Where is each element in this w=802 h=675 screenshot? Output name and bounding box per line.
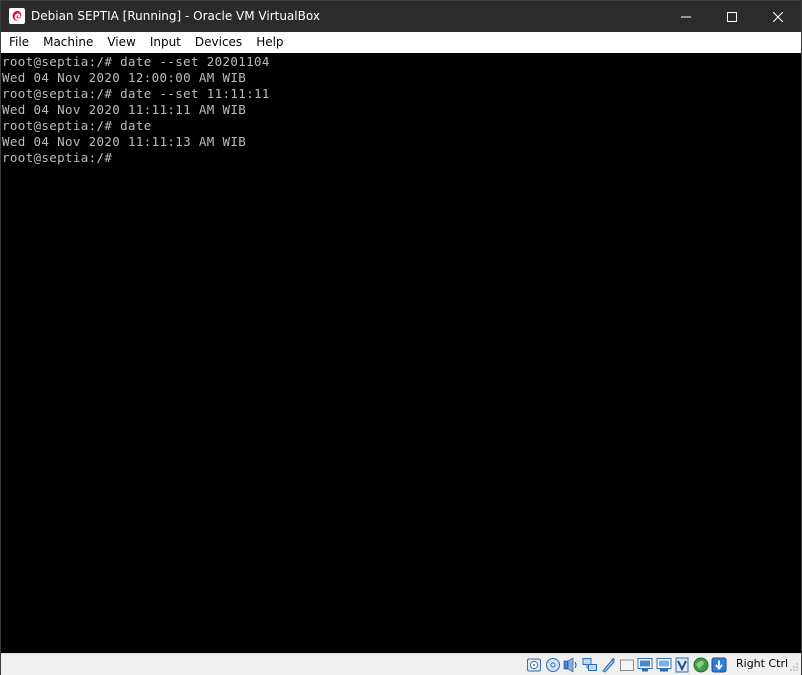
title-bar[interactable]: Debian SEPTIA [Running] - Oracle VM Virt… [1,1,801,32]
menu-file[interactable]: File [1,32,36,53]
virtualization-icon[interactable] [674,657,690,673]
terminal-line: root@septia:/# date --set 11:11:11 [2,86,270,101]
host-key-label[interactable]: Right Ctrl [736,657,788,670]
audio-icon[interactable] [563,657,579,673]
close-icon [773,11,783,22]
vm-console-screen[interactable]: root@septia:/# date --set 20201104 Wed 0… [1,53,801,653]
menu-bar: File Machine View Input Devices Help [1,32,801,53]
maximize-icon [727,11,737,22]
debian-icon [9,8,25,24]
optical-drive-icon[interactable] [545,657,561,673]
usb-icon[interactable] [600,657,616,673]
maximize-button[interactable] [709,1,755,32]
terminal-line: root@septia:/# date --set 20201104 [2,54,270,69]
close-button[interactable] [755,1,801,32]
network-icon[interactable] [582,657,598,673]
terminal-line: root@septia:/# date [2,118,152,133]
menu-machine[interactable]: Machine [36,32,100,53]
mouse-integration-icon[interactable] [693,657,709,673]
minimize-button[interactable] [663,1,709,32]
video-capture-icon[interactable] [656,657,672,673]
terminal-line: Wed 04 Nov 2020 11:11:11 AM WIB [2,102,247,117]
menu-help[interactable]: Help [249,32,290,53]
keyboard-capture-icon[interactable] [711,657,727,673]
status-bar: Right Ctrl [1,653,801,675]
menu-view[interactable]: View [100,32,142,53]
virtualbox-window: Debian SEPTIA [Running] - Oracle VM Virt… [0,0,802,675]
menu-devices[interactable]: Devices [188,32,249,53]
menu-input[interactable]: Input [143,32,188,53]
resize-grip-icon[interactable] [789,662,799,672]
terminal-line: Wed 04 Nov 2020 11:11:13 AM WIB [2,134,247,149]
minimize-icon [681,16,691,17]
terminal-prompt: root@septia:/# [2,150,113,165]
shared-folders-icon[interactable] [619,657,635,673]
terminal-line: Wed 04 Nov 2020 12:00:00 AM WIB [2,70,247,85]
display-icon[interactable] [637,657,653,673]
window-title: Debian SEPTIA [Running] - Oracle VM Virt… [31,9,320,23]
hard-disk-icon[interactable] [526,657,542,673]
